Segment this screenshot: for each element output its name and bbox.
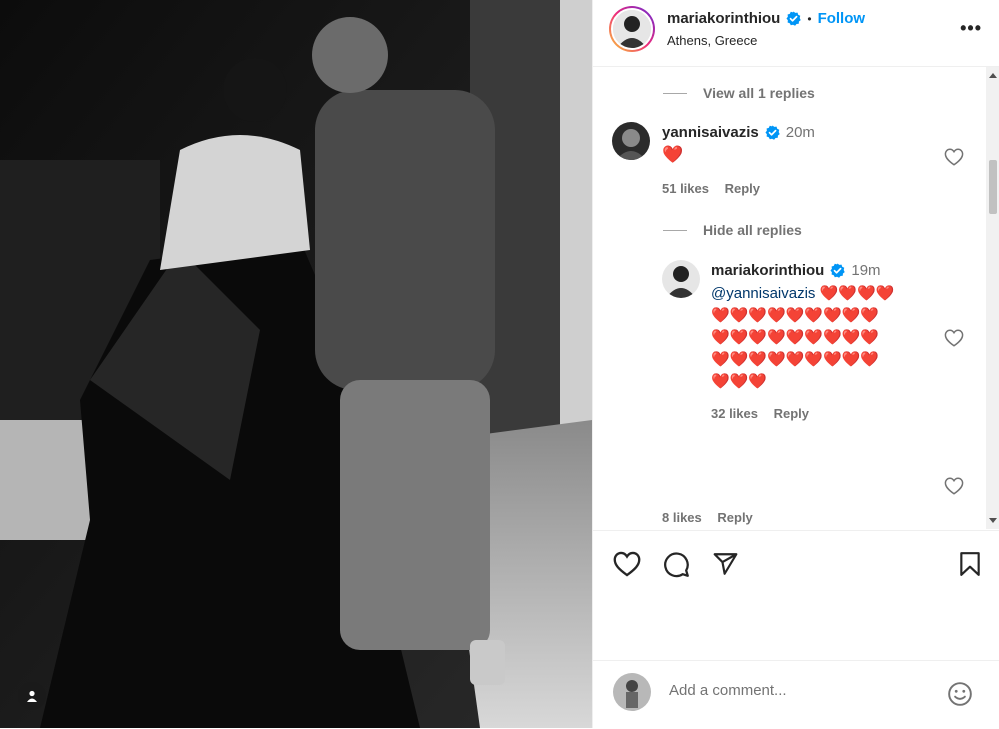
reply-author-username[interactable]: mariakorinthiou [711,262,824,279]
hide-replies-label: Hide all replies [703,222,802,238]
divider [663,92,687,94]
reply-hearts-2: ❤️❤️❤️❤️❤️❤️❤️❤️❤️ [711,307,880,324]
photo-image [0,0,592,728]
share-icon[interactable] [712,551,739,577]
heart-icon[interactable] [613,551,641,577]
current-user-avatar[interactable] [613,673,651,711]
author-avatar[interactable] [609,6,655,52]
hide-replies-button[interactable]: Hide all replies [663,222,802,238]
scrollbar-thumb[interactable] [989,160,997,214]
comment-time[interactable]: 20m [786,124,815,141]
reply-likes[interactable]: 32 likes [711,406,758,421]
add-comment-bar [593,660,999,729]
verified-icon [765,125,780,140]
reply-hearts-4: ❤️❤️❤️❤️❤️❤️❤️❤️❤️ [711,351,880,368]
scroll-up-arrow[interactable] [989,73,997,78]
post-actions [593,530,999,601]
comments-scrollbar[interactable] [986,67,999,529]
comment-icon[interactable] [663,551,690,578]
post-photo[interactable] [0,0,592,728]
commenter-username[interactable]: yannisaivazis [662,124,759,141]
follow-button[interactable]: Follow [818,10,866,27]
more-icon: ••• [960,18,982,38]
user-tag-button[interactable] [18,682,46,710]
verified-icon [786,11,802,26]
scroll-down-arrow[interactable] [989,518,997,523]
comment-meta: 51 likes Reply [662,181,760,196]
comment-reply-button[interactable]: Reply [717,510,752,525]
reply-author-avatar[interactable] [662,260,700,298]
divider [663,229,687,231]
comment-reply-button[interactable]: Reply [725,181,760,196]
reply-text: @yannisaivazis ❤️❤️❤️❤️ ❤️❤️❤️❤️❤️❤️❤️❤️… [711,283,931,393]
comment-likes[interactable]: 8 likes [662,510,702,525]
comment-meta: 8 likes Reply [662,510,753,525]
reply-hearts-3: ❤️❤️❤️❤️❤️❤️❤️❤️❤️ [711,329,880,346]
save-icon[interactable] [959,551,981,577]
view-replies-label: View all 1 replies [703,85,815,101]
reply-hearts-5: ❤️❤️❤️ [711,373,768,390]
comment-like-icon[interactable] [944,477,964,495]
user-tag-icon [27,690,37,702]
comment-text: ❤️ [662,145,684,164]
reply-like-icon[interactable] [944,329,964,347]
post-side-panel: mariakorinthiou • Follow Athens, Greece … [592,0,999,728]
post-header: mariakorinthiou • Follow Athens, Greece … [593,0,999,67]
comment-likes[interactable]: 51 likes [662,181,709,196]
emoji-icon[interactable] [947,681,973,707]
reply-meta: 32 likes Reply [711,406,809,421]
reply-reply-button[interactable]: Reply [774,406,809,421]
add-comment-input[interactable] [667,681,931,700]
reply-mention[interactable]: @yannisaivazis [711,285,815,302]
more-options-button[interactable]: ••• [960,18,982,39]
comments-list[interactable]: View all 1 replies yannisaivazis 20m ❤️ … [593,67,985,529]
view-replies-button[interactable]: View all 1 replies [663,85,815,101]
comment-like-icon[interactable] [944,148,964,166]
author-username[interactable]: mariakorinthiou [667,10,780,27]
verified-icon [830,263,846,278]
post-location[interactable]: Athens, Greece [667,33,757,48]
commenter-avatar[interactable] [612,122,650,160]
reply-hearts-1: ❤️❤️❤️❤️ [819,285,895,302]
reply-time[interactable]: 19m [851,262,880,279]
